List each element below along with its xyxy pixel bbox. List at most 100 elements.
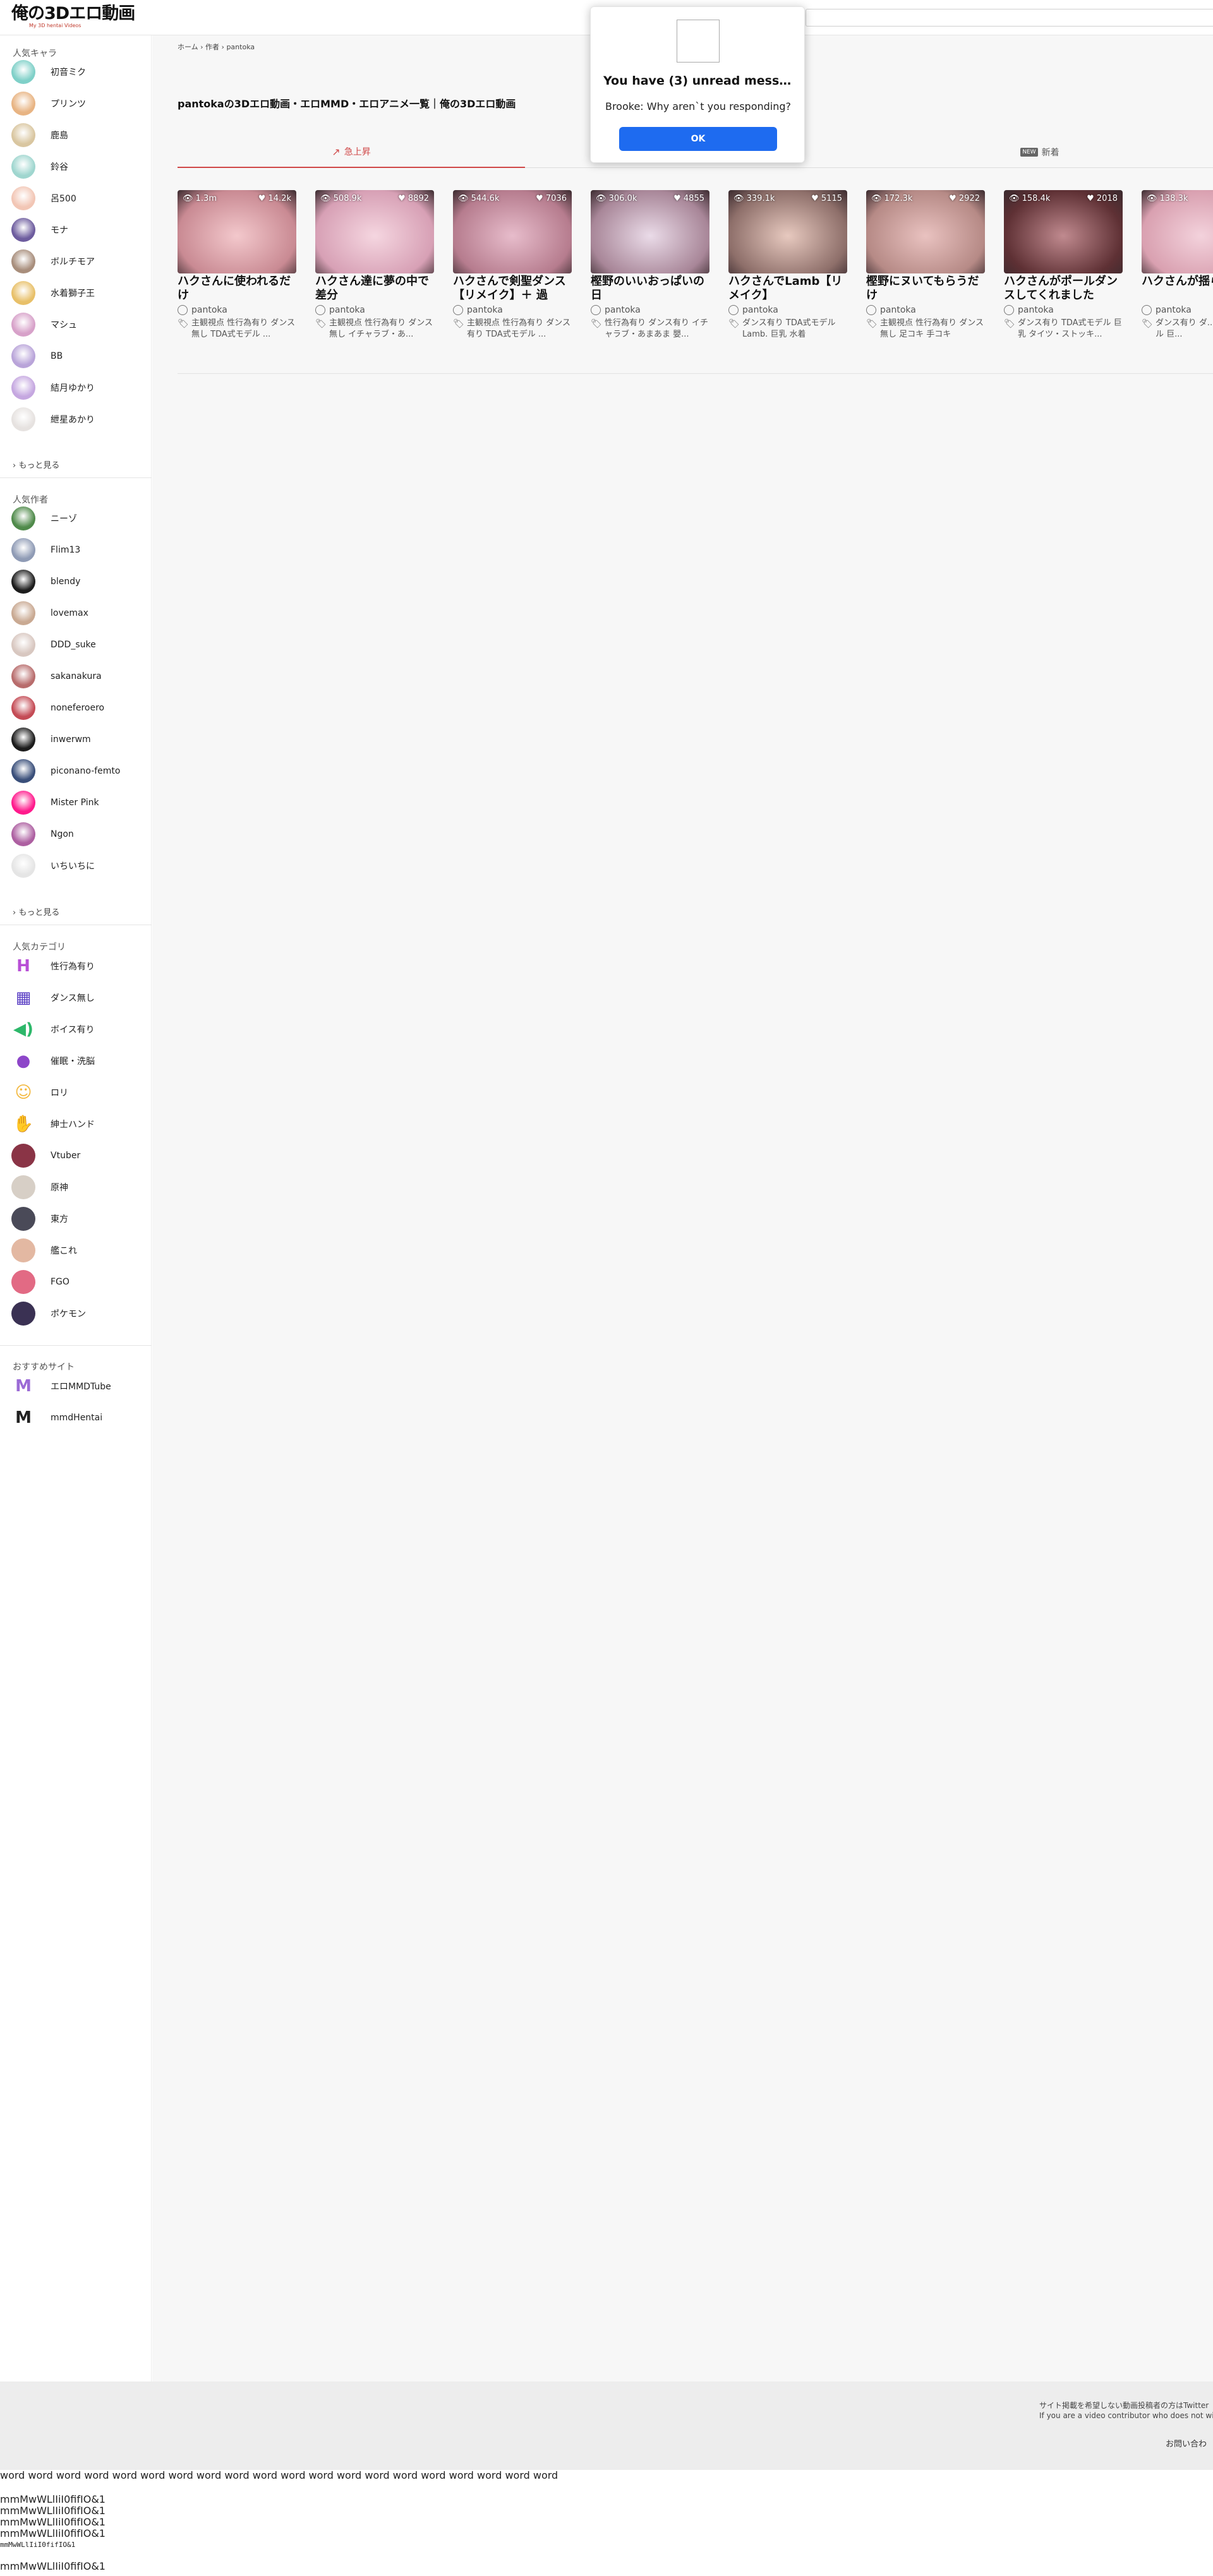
sidebar-item-author[interactable]: sakanakura — [11, 664, 144, 689]
sidebar-item-category[interactable]: ポケモン — [11, 1301, 144, 1326]
video-thumbnail[interactable]: 👁 138.3k♥ — [1142, 190, 1213, 273]
sidebar-item-author[interactable]: inwerwm — [11, 727, 144, 752]
sidebar-item-category[interactable]: 原神 — [11, 1175, 144, 1200]
video-author[interactable]: pantoka — [866, 305, 985, 315]
sidebar-item-category[interactable]: 東方 — [11, 1206, 144, 1231]
video-title[interactable]: ハクさんがポールダンスしてくれました — [1004, 275, 1123, 303]
video-card[interactable]: 👁 544.6k ♥ 7036 ハクさんで剣聖ダンス【リメイク】＋ 過去... pan… — [453, 190, 572, 340]
sidebar-item-character[interactable]: プリンツ — [11, 91, 144, 116]
breadcrumb[interactable]: ホーム › 作者 › pantoka — [178, 42, 255, 52]
sidebar-item-character[interactable]: マシュ — [11, 312, 144, 337]
video-author[interactable]: pantoka — [728, 305, 847, 315]
video-author[interactable]: pantoka — [591, 305, 709, 315]
video-tags[interactable]: 🏷ダンス有り ダ... DA式モデル 巨... — [1142, 318, 1213, 340]
sidebar-item-author[interactable]: piconano-femto — [11, 758, 144, 784]
video-card[interactable]: 👁 1.3m ♥ 14.2k ハクさんに使われるだけ pantoka 🏷 主観視点 性行為… — [178, 190, 296, 340]
sidebar-item-category[interactable]: ◀) ボイス有り — [11, 1017, 144, 1042]
video-thumbnail[interactable]: 👁 508.9k ♥ 8892 — [315, 190, 434, 273]
video-card[interactable]: 👁 158.4k ♥ 2018 ハクさんがポールダンスしてくれました pantoka 🏷… — [1004, 190, 1123, 340]
sidebar-item-category[interactable]: H 性行為有り — [11, 954, 144, 979]
video-author[interactable]: pantoka — [178, 305, 296, 315]
video-tags[interactable]: 🏷 ダンス有り TDA式モデル 巨乳 タイツ・ストッキ... — [1004, 318, 1123, 340]
sidebar-item-author[interactable]: DDD_suke — [11, 632, 144, 657]
video-card[interactable]: 👁 172.3k ♥ 2922 樫野にヌいてもらうだけ pantoka 🏷 主観視点 性行… — [866, 190, 985, 340]
video-thumbnail[interactable]: 👁 172.3k ♥ 2922 — [866, 190, 985, 273]
sidebar-item-author[interactable]: Flim13 — [11, 537, 144, 563]
more-link[interactable]: › もっと見る — [13, 906, 59, 918]
sidebar-item-category[interactable]: FGO — [11, 1269, 144, 1295]
sidebar-item-character[interactable]: 初音ミク — [11, 59, 144, 85]
test-line: word word word word word word word word … — [0, 2469, 558, 2481]
sidebar-item-site[interactable]: M エロMMDTube — [11, 1374, 144, 1399]
sidebar-item-category[interactable]: ▦ ダンス無し — [11, 985, 144, 1010]
sidebar-item-category[interactable]: 艦これ — [11, 1238, 144, 1263]
sidebar-item-character[interactable]: 結月ゆかり — [11, 375, 144, 400]
video-card[interactable]: 👁 306.0k ♥ 4855 樫野のいいおっぱいの日 pantoka 🏷 性行為有り ダ… — [591, 190, 709, 340]
sidebar-item-character[interactable]: 水着獅子王 — [11, 280, 144, 306]
sidebar-item-label: ロリ — [51, 1088, 68, 1098]
video-author[interactable]: pantoka — [315, 305, 434, 315]
sidebar-item-character[interactable]: 紲星あかり — [11, 407, 144, 432]
video-card[interactable]: 👁 138.3k♥ ハクさんが揺ら... pantoka 🏷ダンス有り ダ... D… — [1142, 190, 1213, 340]
video-tags[interactable]: 🏷 ダンス有り TDA式モデル Lamb. 巨乳 水着 — [728, 318, 847, 340]
sidebar-item-label: noneferoero — [51, 703, 105, 713]
avatar — [11, 538, 35, 562]
contact-link[interactable]: お問い合わ — [1166, 2437, 1207, 2449]
site-logo[interactable]: 俺の3Dエロ動画 My 3D hentai Videos — [11, 5, 135, 30]
tab-new[interactable]: NEW 新着 — [866, 136, 1213, 168]
sidebar-item-character[interactable]: 鈴谷 — [11, 154, 144, 179]
video-thumbnail[interactable]: 👁 1.3m ♥ 14.2k — [178, 190, 296, 273]
sidebar-item-author[interactable]: blendy — [11, 569, 144, 594]
sidebar-item-author[interactable]: いちいちに — [11, 853, 144, 878]
search-input[interactable] — [806, 9, 1213, 27]
sidebar-item-label: Flim13 — [51, 545, 81, 555]
video-thumbnail[interactable]: 👁 544.6k ♥ 7036 — [453, 190, 572, 273]
sidebar-item-category[interactable]: ✋ 紳士ハンド — [11, 1111, 144, 1137]
video-title[interactable]: 樫野のいいおっぱいの日 — [591, 275, 709, 303]
sidebar-item-category[interactable]: ☺ ロリ — [11, 1080, 144, 1105]
sidebar-item-author[interactable]: Mister Pink — [11, 790, 144, 815]
sidebar-item-character[interactable]: モナ — [11, 217, 144, 243]
video-thumbnail[interactable]: 👁 158.4k ♥ 2018 — [1004, 190, 1123, 273]
video-title[interactable]: ハクさんに使われるだけ — [178, 275, 296, 303]
dance-icon: ▦ — [15, 988, 32, 1007]
sidebar-item-author[interactable]: Ngon — [11, 822, 144, 847]
tag-icon: 🏷 — [453, 319, 464, 329]
video-author[interactable]: pantoka — [453, 305, 572, 315]
video-author[interactable]: pantoka — [1142, 305, 1213, 315]
video-tags[interactable]: 🏷 主観視点 性行為有り ダンス有り TDA式モデル ... — [453, 318, 572, 340]
video-tags[interactable]: 🏷 主観視点 性行為有り ダンス無し TDA式モデル ... — [178, 318, 296, 340]
video-title[interactable]: ハクさんでLamb【リメイク】 — [728, 275, 847, 303]
sidebar-item-author[interactable]: lovemax — [11, 601, 144, 626]
sidebar-item-label: モナ — [51, 225, 68, 236]
more-link[interactable]: › もっと見る — [13, 458, 59, 470]
sidebar-item-character[interactable]: 呂500 — [11, 186, 144, 211]
video-thumbnail[interactable]: 👁 339.1k ♥ 5115 — [728, 190, 847, 273]
tab-trending[interactable]: ↗ 急上昇 — [178, 136, 525, 168]
video-author[interactable]: pantoka — [1004, 305, 1123, 315]
video-tags[interactable]: 🏷 性行為有り ダンス有り イチャラブ・あまあま 嬰... — [591, 318, 709, 340]
sidebar-item-category[interactable]: ● 催眠・洗脳 — [11, 1048, 144, 1074]
sidebar-item-author[interactable]: ニーゾ — [11, 506, 144, 531]
sidebar-item-character[interactable]: ボルチモア — [11, 249, 144, 274]
sidebar-item-character[interactable]: 鹿島 — [11, 123, 144, 148]
author-name: pantoka — [191, 305, 227, 315]
test-line: mmMwWLlIiI0fifIO&1 — [0, 2541, 76, 2549]
video-title[interactable]: ハクさん達に夢の中で差分 — [315, 275, 434, 303]
video-tags[interactable]: 🏷 主観視点 性行為有り ダンス無し 足コキ 手コキ — [866, 318, 985, 340]
video-title[interactable]: ハクさんで剣聖ダンス【リメイク】＋ 過去... — [453, 275, 572, 303]
video-title[interactable]: ハクさんが揺ら... — [1142, 275, 1213, 303]
sidebar-item-site[interactable]: MmmdHentai — [11, 1405, 144, 1430]
video-card[interactable]: 👁 339.1k ♥ 5115 ハクさんでLamb【リメイク】 pantoka 🏷 ダンス… — [728, 190, 847, 340]
tab-new-label: 新着 — [1041, 148, 1059, 158]
video-tags[interactable]: 🏷 主観視点 性行為有り ダンス無し イチャラブ・あ... — [315, 318, 434, 340]
sidebar-item-category[interactable]: Vtuber — [11, 1143, 144, 1168]
sidebar-item-character[interactable]: BB — [11, 344, 144, 369]
video-card[interactable]: 👁 508.9k ♥ 8892 ハクさん達に夢の中で差分 pantoka 🏷 主観視点 性… — [315, 190, 434, 340]
ok-button[interactable]: OK — [619, 127, 777, 151]
video-title[interactable]: 樫野にヌいてもらうだけ — [866, 275, 985, 303]
video-thumbnail[interactable]: 👁 306.0k ♥ 4855 — [591, 190, 709, 273]
sidebar-item-author[interactable]: noneferoero — [11, 695, 144, 721]
sidebar-divider — [0, 477, 152, 478]
eye-icon: 👁 — [320, 194, 334, 203]
